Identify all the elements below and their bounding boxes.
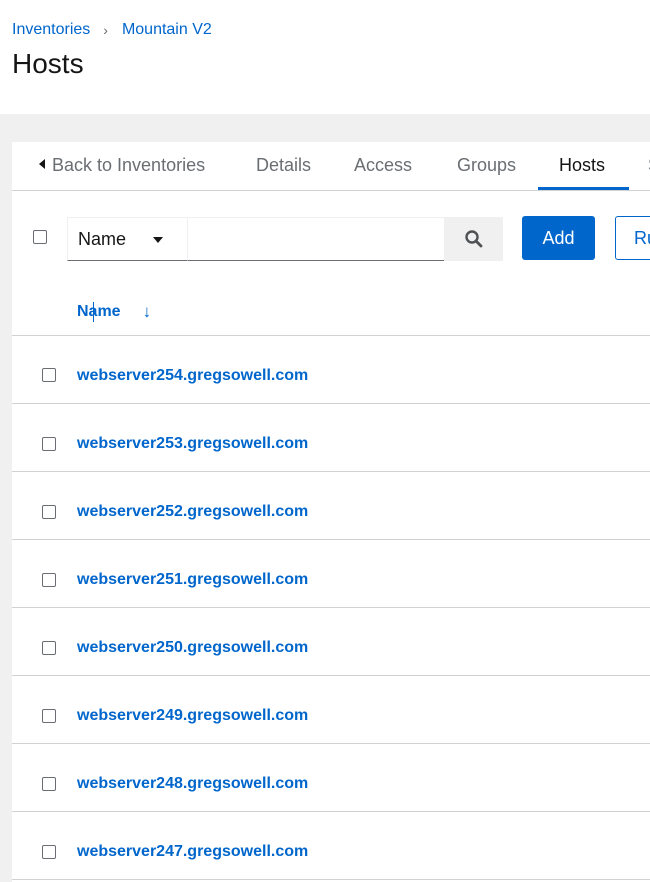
host-name-link[interactable]: webserver249.gregsowell.com <box>77 707 308 725</box>
tab-details[interactable]: Details <box>256 155 311 176</box>
page-header: Inventories › Mountain V2 Hosts <box>0 0 650 114</box>
name-column-label: Name <box>77 303 121 320</box>
hosts-card: Back to Inventories Details Access Group… <box>12 142 650 882</box>
tab-groups[interactable]: Groups <box>457 155 516 176</box>
row-checkbox[interactable] <box>42 641 56 655</box>
breadcrumb-mountain-v2[interactable]: Mountain V2 <box>122 21 212 39</box>
row-checkbox[interactable] <box>42 709 56 723</box>
host-name-link[interactable]: webserver253.gregsowell.com <box>77 435 308 453</box>
search-icon <box>465 230 483 248</box>
table-row: webserver249.gregsowell.com <box>12 676 650 744</box>
tab-label: Back to Inventories <box>52 155 206 175</box>
host-name-link[interactable]: webserver250.gregsowell.com <box>77 639 308 657</box>
table-row: webserver248.gregsowell.com <box>12 744 650 812</box>
host-name-link[interactable]: webserver254.gregsowell.com <box>77 367 308 385</box>
table-row: webserver247.gregsowell.com <box>12 812 650 880</box>
name-column-header[interactable]: Name ↓ <box>77 302 151 322</box>
breadcrumb-inventories[interactable]: Inventories <box>12 21 90 39</box>
filter-key-label: Name <box>78 229 127 249</box>
row-checkbox[interactable] <box>42 777 56 791</box>
tab-hosts[interactable]: Hosts <box>559 155 605 176</box>
caret-down-icon <box>153 237 163 243</box>
tab-bar: Back to Inventories Details Access Group… <box>12 142 650 191</box>
host-name-link[interactable]: webserver251.gregsowell.com <box>77 571 308 589</box>
add-button[interactable]: Add <box>522 216 595 260</box>
breadcrumb-separator-icon: › <box>103 22 108 38</box>
row-checkbox[interactable] <box>42 505 56 519</box>
active-tab-indicator <box>538 187 629 190</box>
search-button[interactable] <box>444 217 503 261</box>
breadcrumb: Inventories › Mountain V2 <box>12 21 212 39</box>
row-checkbox[interactable] <box>42 368 56 382</box>
row-checkbox[interactable] <box>42 845 56 859</box>
tab-access[interactable]: Access <box>354 155 412 176</box>
row-checkbox[interactable] <box>42 573 56 587</box>
hosts-table-body: webserver254.gregsowell.com webserver253… <box>12 336 650 880</box>
caret-left-icon <box>39 159 45 169</box>
select-all-checkbox[interactable] <box>33 230 47 244</box>
run-command-button[interactable]: Ru <box>615 216 650 260</box>
filter-key-select[interactable]: Name <box>67 217 187 261</box>
page-title: Hosts <box>12 48 84 79</box>
table-row: webserver253.gregsowell.com <box>12 404 650 472</box>
table-row: webserver252.gregsowell.com <box>12 472 650 540</box>
table-row: webserver254.gregsowell.com <box>12 336 650 404</box>
host-name-link[interactable]: webserver248.gregsowell.com <box>77 775 308 793</box>
text-cursor-icon <box>93 302 94 322</box>
host-name-link[interactable]: webserver252.gregsowell.com <box>77 503 308 521</box>
host-name-link[interactable]: webserver247.gregsowell.com <box>77 843 308 861</box>
table-row: webserver250.gregsowell.com <box>12 608 650 676</box>
row-checkbox[interactable] <box>42 437 56 451</box>
search-input[interactable] <box>187 217 444 261</box>
table-row: webserver251.gregsowell.com <box>12 540 650 608</box>
sort-descending-icon: ↓ <box>142 302 152 321</box>
tab-back-to-inventories[interactable]: Back to Inventories <box>39 155 205 176</box>
